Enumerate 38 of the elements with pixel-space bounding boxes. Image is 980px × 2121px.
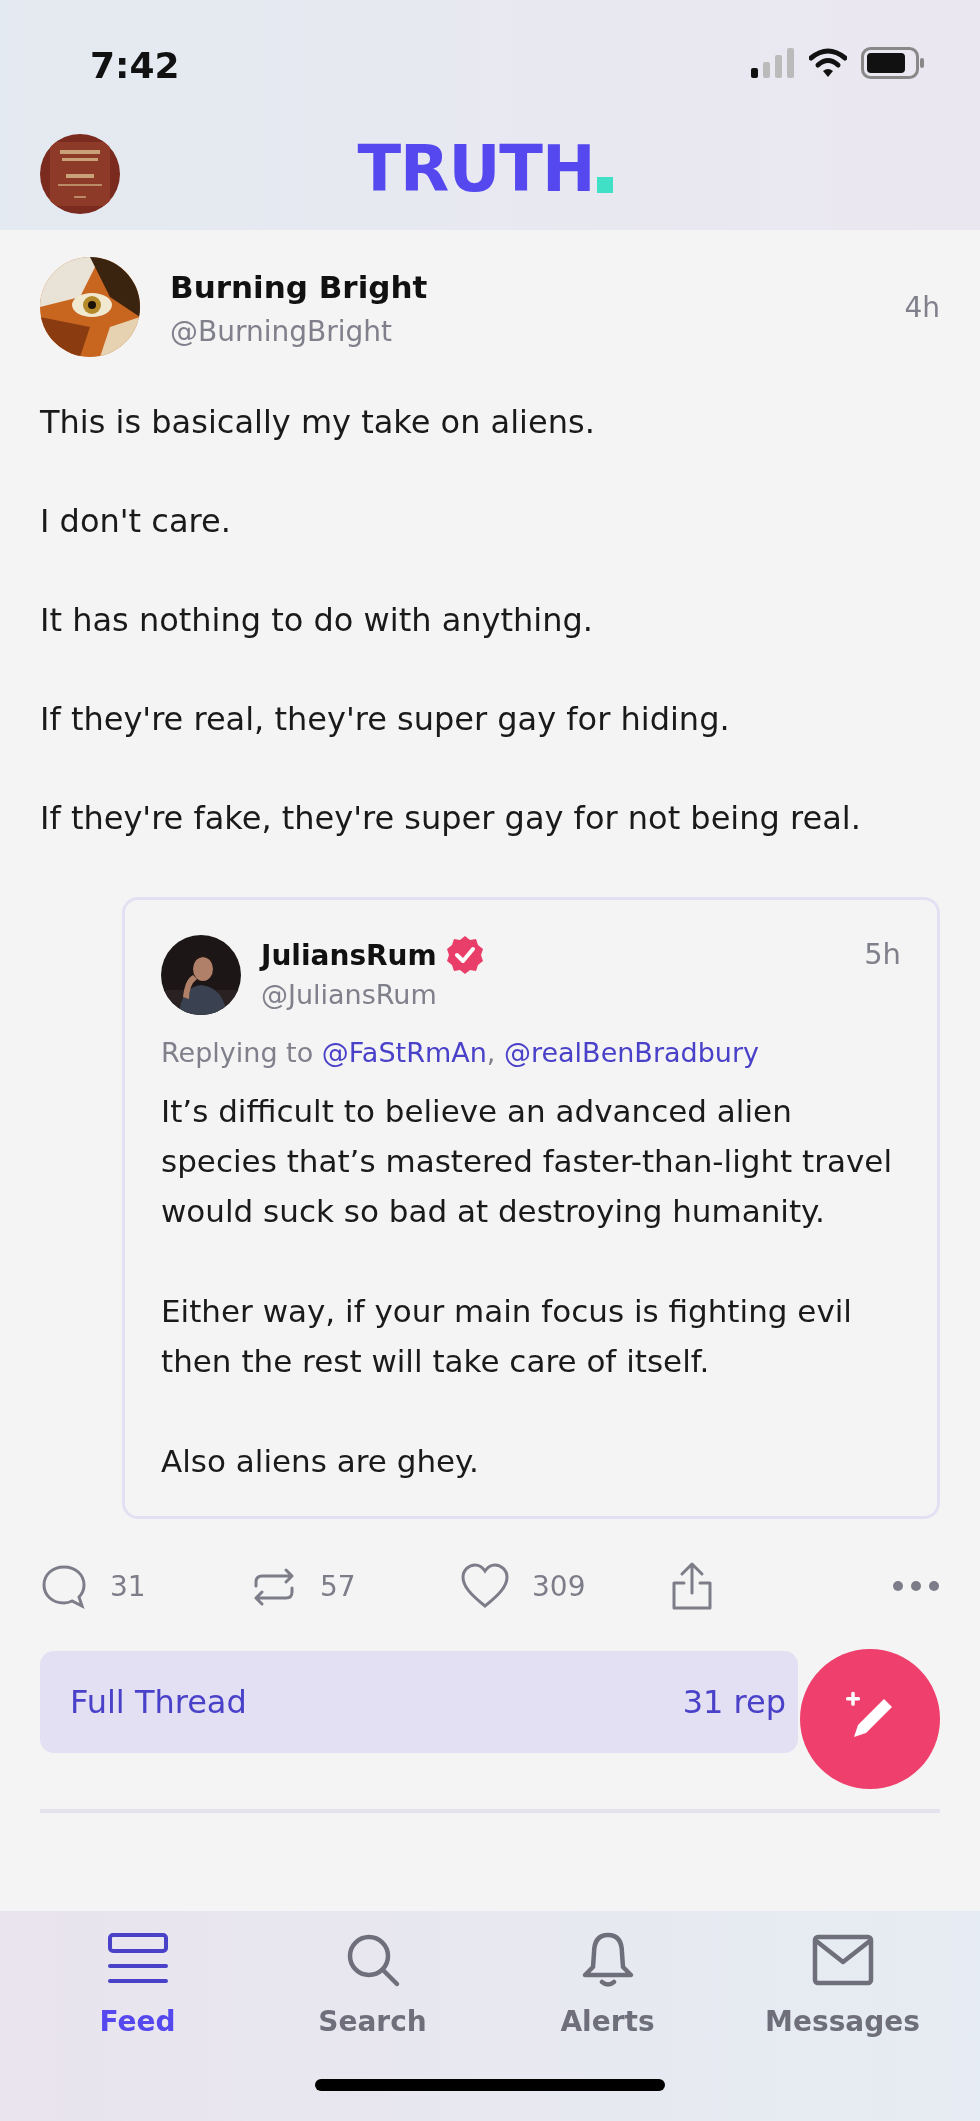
tab-alerts[interactable]: Alerts — [490, 1911, 725, 2121]
tab-messages[interactable]: Messages — [725, 1911, 960, 2121]
author-name[interactable]: JuliansRum — [261, 938, 437, 972]
truth-logo: TRUTH — [357, 143, 613, 195]
status-time: 7:42 — [90, 43, 180, 86]
post-paragraph: This is basically my take on aliens. — [40, 402, 596, 443]
more-button[interactable] — [892, 1580, 940, 1592]
more-dots-icon — [892, 1580, 940, 1592]
full-thread-bar[interactable]: Full Thread 31 rep — [40, 1651, 798, 1753]
mention-link[interactable]: @realBenBradbury — [503, 1037, 759, 1068]
author-name[interactable]: Burning Bright — [170, 269, 905, 305]
post-time: 4h — [904, 291, 940, 324]
quoted-post-card[interactable] — [122, 897, 940, 1519]
like-button[interactable]: 309 — [460, 1562, 670, 1610]
author-handle[interactable]: @BurningBright — [170, 315, 905, 348]
quote-paragraph: Also aliens are ghey. — [161, 1442, 480, 1481]
author-handle[interactable]: @JuliansRum — [261, 979, 865, 1010]
wifi-icon — [809, 47, 847, 78]
post-paragraph: If they're real, they're super gay for hiding. — [40, 699, 731, 740]
signal-icon — [751, 47, 795, 78]
repost-button[interactable]: 57 — [250, 1562, 460, 1610]
post-paragraph: It has nothing to do with anything. — [40, 600, 594, 641]
tab-feed[interactable]: Feed — [20, 1911, 255, 2121]
battery-icon — [861, 46, 925, 79]
reply-button[interactable]: 31 — [40, 1562, 250, 1610]
replying-to-line: Replying to @FaStRmAn, @realBenBradbury — [161, 1037, 760, 1068]
tab-search[interactable]: Search — [255, 1911, 490, 2121]
heart-icon — [460, 1562, 510, 1610]
quote-paragraph: Either way, if your main focus is fighting evil then the rest will take care of itself. — [161, 1292, 853, 1381]
share-icon — [670, 1561, 714, 1611]
post-paragraph: I don't care. — [40, 501, 232, 542]
post-paragraph: If they're fake, they're super gay for not being real. — [40, 798, 862, 839]
reply-count: 31 rep — [682, 1683, 786, 1721]
quote-paragraph: It’s difficult to believe an advanced alien species that’s mastered faster-than-light travel would suck so bad at destroying humanity. — [161, 1092, 894, 1231]
full-thread-label[interactable]: Full Thread — [70, 1683, 247, 1721]
mention-link[interactable]: @FaStRmAn — [321, 1037, 487, 1068]
post-time: 5h — [864, 937, 901, 971]
bell-icon — [580, 1931, 635, 1989]
